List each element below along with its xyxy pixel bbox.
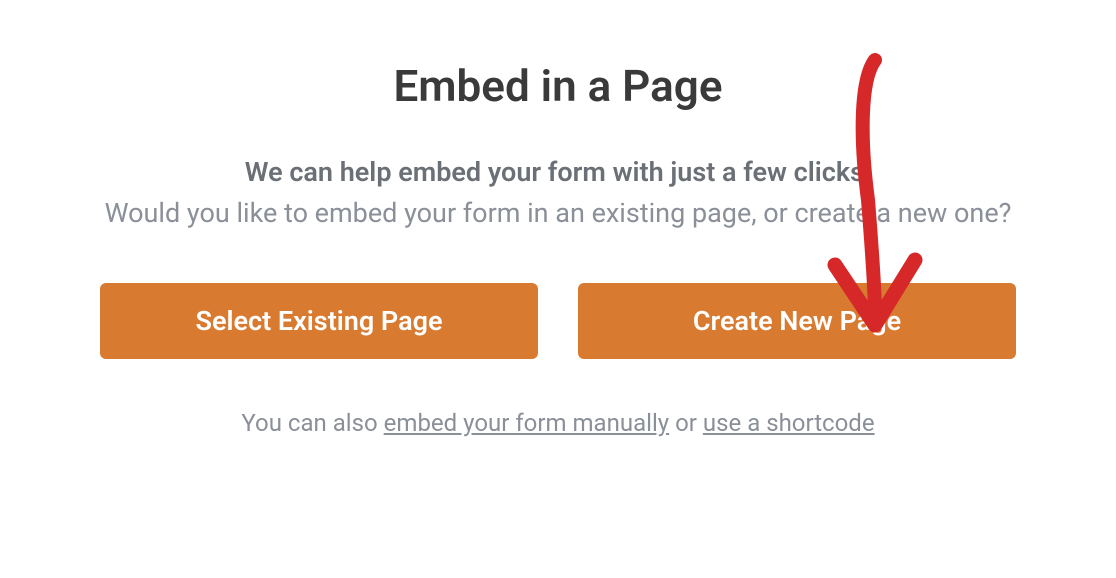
button-row: Select Existing Page Create New Page (100, 283, 1016, 359)
footer-middle: or (669, 409, 703, 437)
embed-modal: Embed in a Page We can help embed your f… (0, 0, 1116, 578)
footer-prefix: You can also (241, 409, 383, 437)
embed-manually-link[interactable]: embed your form manually (384, 409, 669, 437)
modal-subtitle-bold: We can help embed your form with just a … (100, 152, 1016, 193)
footer-text: You can also embed your form manually or… (100, 409, 1016, 437)
use-shortcode-link[interactable]: use a shortcode (703, 409, 875, 437)
select-existing-page-button[interactable]: Select Existing Page (100, 283, 538, 359)
modal-title: Embed in a Page (100, 60, 1016, 112)
create-new-page-button[interactable]: Create New Page (578, 283, 1016, 359)
modal-subtitle-light: Would you like to embed your form in an … (100, 193, 1016, 234)
